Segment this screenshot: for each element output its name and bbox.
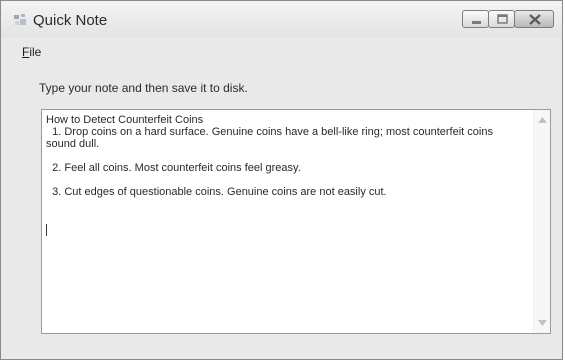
menu-file-label: ile bbox=[29, 45, 42, 59]
menu-bar: File bbox=[1, 37, 562, 65]
close-icon bbox=[529, 14, 541, 25]
minimize-icon bbox=[472, 21, 481, 24]
title-bar[interactable]: Quick Note bbox=[1, 1, 562, 37]
text-caret bbox=[46, 224, 47, 236]
menu-file[interactable]: File bbox=[22, 45, 41, 59]
scroll-down-arrow-icon[interactable] bbox=[538, 320, 547, 326]
app-icon[interactable] bbox=[14, 14, 26, 26]
maximize-button[interactable] bbox=[488, 10, 515, 28]
window-title: Quick Note bbox=[33, 12, 108, 29]
quick-note-window: Quick Note File Type your note and then … bbox=[0, 0, 563, 360]
note-text[interactable]: How to Detect Counterfeit Coins 1. Drop … bbox=[46, 114, 516, 198]
scroll-up-arrow-icon[interactable] bbox=[538, 117, 547, 123]
instruction-label: Type your note and then save it to disk. bbox=[39, 81, 248, 95]
close-button[interactable] bbox=[514, 10, 554, 28]
vertical-scrollbar[interactable] bbox=[533, 110, 550, 333]
maximize-icon bbox=[497, 14, 508, 24]
note-textarea[interactable]: How to Detect Counterfeit Coins 1. Drop … bbox=[41, 109, 551, 334]
minimize-button[interactable] bbox=[462, 10, 489, 28]
